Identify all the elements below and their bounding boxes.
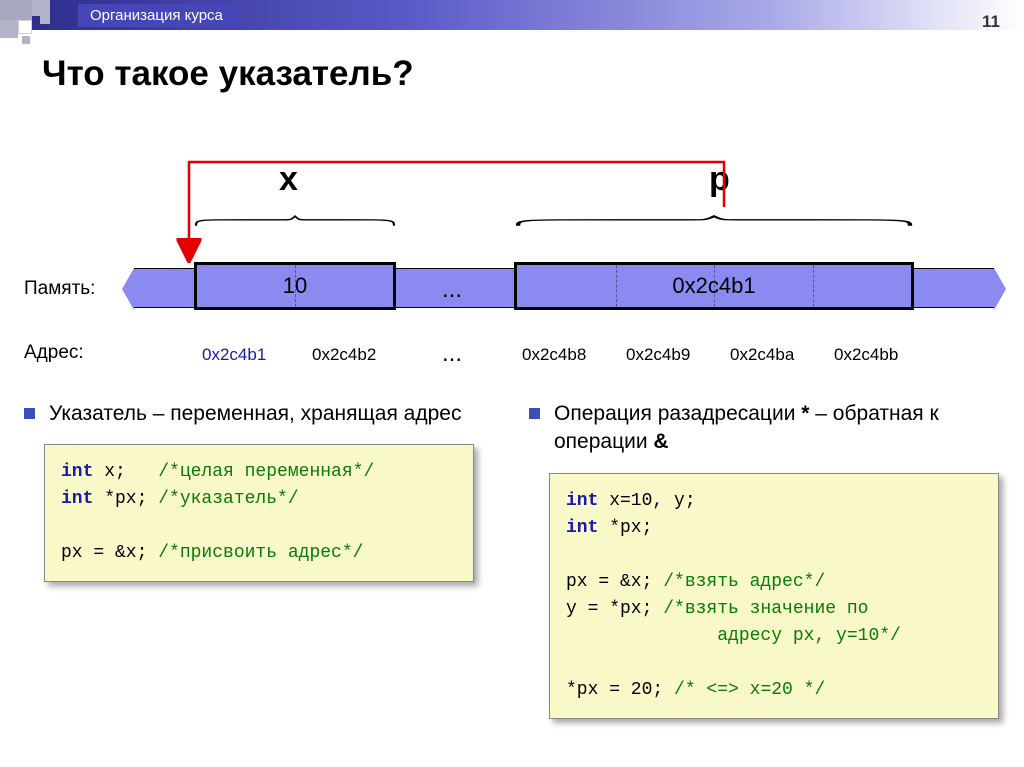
- amp-op: &: [653, 430, 668, 453]
- comment: /* <=> x=20 */: [674, 680, 825, 700]
- comment: адресу px, y=10*/: [566, 626, 901, 646]
- left-column: Указатель – переменная, хранящая адрес i…: [24, 400, 499, 719]
- comment: /*взять значение по: [663, 599, 868, 619]
- comment: /*целая переменная*/: [158, 462, 374, 482]
- comment: /*присвоить адрес*/: [158, 543, 363, 563]
- code-text: *px;: [93, 489, 158, 509]
- cell-x: 10: [194, 262, 396, 310]
- txt: Операция разадресации: [554, 402, 801, 425]
- bullet-icon: [24, 408, 35, 419]
- right-code: int x=10, y; int *px; px = &x; /*взять а…: [549, 473, 999, 719]
- code-text: *px;: [598, 518, 652, 538]
- right-column: Операция разадресации * – обратная к опе…: [529, 400, 1004, 719]
- code-text: *px = 20;: [566, 680, 674, 700]
- code-text: px = &x;: [61, 543, 158, 563]
- left-code: int x; /*целая переменная*/ int *px; /*у…: [44, 444, 474, 582]
- header-decoration: [0, 0, 70, 50]
- left-bullet-text: Указатель – переменная, хранящая адрес: [49, 400, 461, 428]
- code-text: x=10, y;: [598, 491, 695, 511]
- code-text: x;: [93, 462, 158, 482]
- kw: int: [566, 518, 598, 538]
- memory-diagram: x p Память: Адрес: 10 0x2c4b1 ... ... 0x…: [24, 150, 1004, 380]
- code-text: px = &x;: [566, 572, 663, 592]
- blank-line: [566, 545, 577, 565]
- page-title: Что такое указатель?: [42, 54, 1024, 94]
- right-bullet: Операция разадресации * – обратная к опе…: [529, 400, 1004, 457]
- comment: /*указатель*/: [158, 489, 298, 509]
- blank-line: [566, 653, 577, 673]
- comment: /*взять адрес*/: [663, 572, 825, 592]
- kw: int: [61, 462, 93, 482]
- kw: int: [566, 491, 598, 511]
- bullet-icon: [529, 408, 540, 419]
- header-bar: Организация курса: [0, 0, 1024, 30]
- body-columns: Указатель – переменная, хранящая адрес i…: [24, 400, 1004, 719]
- left-bullet: Указатель – переменная, хранящая адрес: [24, 400, 499, 428]
- cell-p: 0x2c4b1: [514, 262, 914, 310]
- page-number: 11: [982, 12, 1000, 32]
- right-bullet-text: Операция разадресации * – обратная к опе…: [554, 400, 1004, 457]
- kw: int: [61, 489, 93, 509]
- code-text: y = *px;: [566, 599, 663, 619]
- breadcrumb: Организация курса: [78, 4, 241, 27]
- blank-line: [61, 516, 72, 536]
